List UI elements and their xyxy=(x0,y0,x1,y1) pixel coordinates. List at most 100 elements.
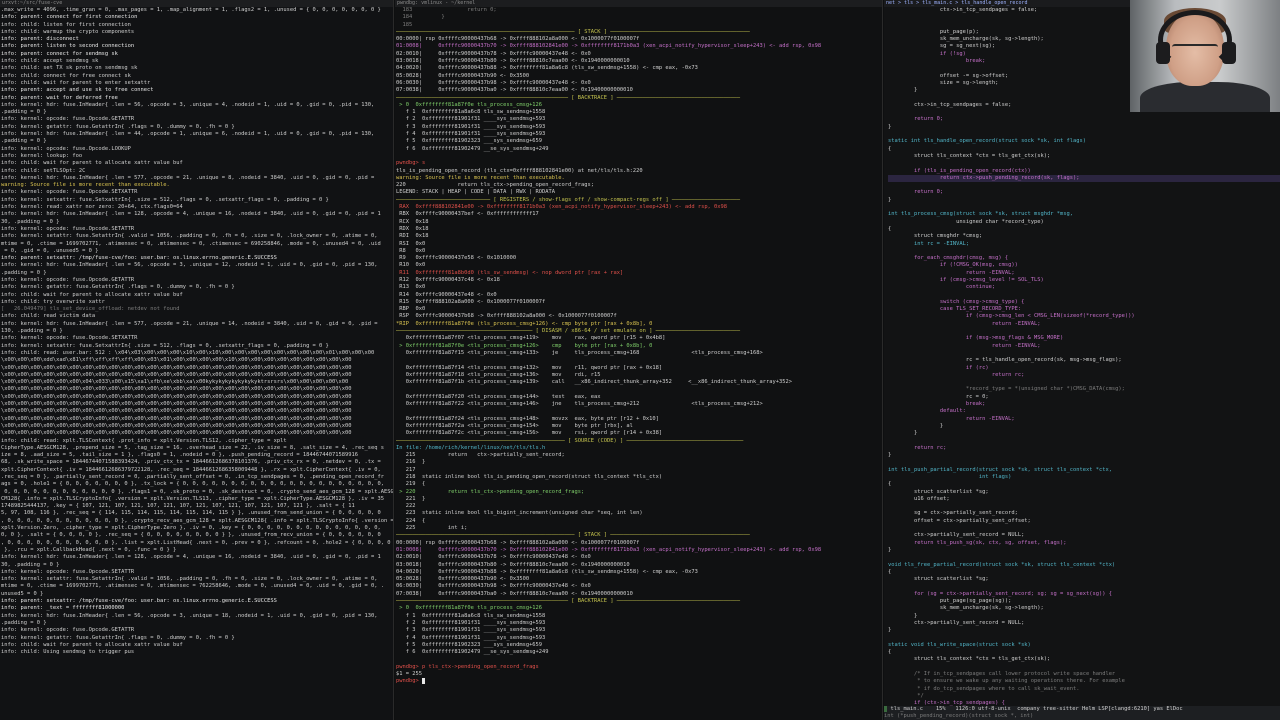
stack-line: 05:0028| 0xffffc90000437b90 <- 0x3500 xyxy=(396,576,530,583)
code-line: { xyxy=(888,225,892,232)
log-line: xplt.CipherContext{ .iv = 18446612686379… xyxy=(1,466,381,473)
backtrace-line: f 5 0xffffffff81902323 ___sys_sendmsg+65… xyxy=(396,138,543,145)
log-line: info: child: read: user.bar: 512 : \x04\… xyxy=(1,349,375,356)
log-line: 30, .padding = 0 } xyxy=(1,218,60,225)
step-line: warning: Source file is more recent than… xyxy=(396,174,565,181)
disasm-line xyxy=(396,386,882,393)
log-line: CM128{ .info = xplt.TLSCryptoInfo{ .vers… xyxy=(1,495,384,502)
source-line: 221 } xyxy=(396,495,426,502)
code-line: sk_mem_uncharge(sk, sg->length); xyxy=(888,605,1044,612)
code-line: int tls_process_cmsg(struct sock *sk, st… xyxy=(888,211,1073,218)
log-line: ize = 8, .aad_size = 5, .tail_size = 1 }… xyxy=(1,452,358,459)
backtrace-line: > 0 0xffffffff81a87f0e tls_process_cmsg+… xyxy=(396,101,543,108)
code-line: unsigned char *record_type) xyxy=(888,218,1044,225)
disasm-view: 0xffffffff81a87f07 <tls_process_cmsg+119… xyxy=(396,335,882,437)
code-line: if (rc) xyxy=(888,364,989,371)
code-line: return tls_push_sg(sk, ctx, sg, offset, … xyxy=(888,539,1067,546)
gdb-input[interactable]: pwndbg> xyxy=(396,678,882,685)
log-line: .padding = 0 } xyxy=(1,109,47,116)
log-line: \x00\x00\x00\x00\x00\x00\x00\x00\x00\x00… xyxy=(1,401,352,408)
source-line: In file: /home/rich/kernel/linux/net/tls… xyxy=(396,444,546,451)
log-line: info: kernel: opcode: fuse.Opcode.SETXAT… xyxy=(1,189,138,196)
log-line: \x00\x00\x00\x00\x00\x00\x00\x00\x00\x00… xyxy=(1,415,352,422)
code-line: if (!CMSG_OK(msg, cmsg)) xyxy=(888,262,1018,269)
code-line: static int tls_handle_open_record(struct… xyxy=(888,138,1086,145)
terminal-output-pane[interactable]: urxvt:~/src/fuse-cve .max_write = 4096, … xyxy=(0,0,394,720)
backtrace-view-2: > 0 0xffffffff81a87f0e tls_process_cmsg+… xyxy=(396,605,882,656)
mode-line-status: tls_main.c 15% 1126:0 utf-8-unix company… xyxy=(884,706,1280,713)
register-line: RSP 0xffffc90000437b68 -> 0xffff888102a8… xyxy=(396,313,617,320)
legend: LEGEND: STACK | HEAP | CODE | DATA | RWX… xyxy=(396,189,556,196)
log-line: \x00\x00\x00\x00\x00\x00\x00\x00\x00\x00… xyxy=(1,371,352,378)
log-line: info: kernel: opcode: fuse.Opcode.SETATT… xyxy=(1,225,135,232)
code-line: if (tls_is_pending_open_record(ctx)) xyxy=(888,167,1031,174)
backtrace-line: f 4 0xffffffff81901f31 ____sys_sendmsg+5… xyxy=(396,634,546,641)
register-line: RAX 0xffff888102841e00 -> 0xffffffff8171… xyxy=(396,204,728,211)
code-line: u16 offset; xyxy=(888,495,950,502)
log-line: info: kernel: opcode: fuse.Opcode.LOOKUP xyxy=(1,145,131,152)
register-line: R10 0x0 xyxy=(396,262,426,269)
log-line: .padding = 0 } xyxy=(1,619,47,626)
log-line: info: child: Using sendmsg to trigger pu… xyxy=(1,649,135,656)
code-line: struct tls_context *ctx = tls_get_ctx(sk… xyxy=(888,656,1051,663)
code-line: for_each_cmsghdr(cmsg, msg) { xyxy=(888,255,1009,262)
log-line: info: parent: connect for first connecti… xyxy=(1,14,138,21)
log-line: info: kernel: setattr: fuse.SetattrIn{ .… xyxy=(1,576,378,583)
log-line: info: kernel: getattr: fuse.GetattrIn{ .… xyxy=(1,634,235,641)
code-line: *record_type = *(unsigned char *)CMSG_DA… xyxy=(888,386,1125,393)
log-line: 0, 0 }, .salt = { 0, 0, 0, 0 }, .rec_seq… xyxy=(1,532,381,539)
code-line: /* If in_tcp_sendpages call lower protoc… xyxy=(888,671,1116,678)
register-line: RSI 0x0 xyxy=(396,240,426,247)
code-line: int tls_push_partial_record(struct sock … xyxy=(888,466,1112,473)
log-line: }, .rcu = xplt.CallbackHead{ .next = 0, … xyxy=(1,546,177,553)
code-line: return rc; xyxy=(888,371,1025,378)
log-line: .padding = 0 } xyxy=(1,138,47,145)
log-line: 30, .padding = 0 } xyxy=(1,561,60,568)
log-line: 130, .padding = 0 } xyxy=(1,328,63,335)
gdb-prompt-2: pwndbg> p tls_ctx->pending_open_record_f… xyxy=(396,663,539,670)
log-line: \x00\x00\x00\x00\x00\x00\x00\x00\x00\x00… xyxy=(1,430,352,437)
stack-line: 01:0008| 0xffffc90000437b70 -> 0xffff888… xyxy=(396,546,822,553)
code-line: return ctx->push_pending_record(sk, flag… xyxy=(888,174,1280,183)
code-line: return 0; xyxy=(888,116,944,123)
log-line: info: child: read victim data xyxy=(1,313,96,320)
disasm-line xyxy=(396,357,882,364)
source-header: ────────────────────────────────────────… xyxy=(396,437,744,444)
step-output: tls_is_pending_open_record (tls_ctx=0xff… xyxy=(396,168,882,190)
code-line: * to ensure we wake up any waiting opera… xyxy=(888,678,1125,685)
registers-view: RAX 0xffff888102841e00 -> 0xffffffff8171… xyxy=(396,204,882,328)
log-line: info: child: wait for parent to allocate… xyxy=(1,641,183,648)
stack-line: 00:0000| rsp 0xffffc90000437b68 -> 0xfff… xyxy=(396,36,640,43)
stack-line: 06:0030| 0xffffc90000437b98 -> 0xffffc90… xyxy=(396,79,591,86)
pwndbg-pane[interactable]: pwndbg: vmlinux - ~/kernel 183 return 0;… xyxy=(395,0,883,720)
terminal-title: urxvt:~/src/fuse-cve xyxy=(0,0,393,7)
register-line: R8 0x0 xyxy=(396,247,426,254)
log-line: info: child: accept sendmsg sk xyxy=(1,58,99,65)
backtrace-view: > 0 0xffffffff81a87f0e tls_process_cmsg+… xyxy=(396,102,882,153)
register-line: *RIP 0xffffffff81a87f0e (tls_process_cms… xyxy=(396,320,653,327)
log-line: \x00\x00\x00\x00\x00\x00\x00\x00\x00\x00… xyxy=(1,386,352,393)
source-code[interactable]: ctx->in_tcp_sendpages = false; put_page(… xyxy=(884,7,1280,708)
log-line: \x00\x00\x00\x00\x00\x00\x00\x00\x00\x00… xyxy=(1,364,352,371)
code-line: struct cmsghdr *cmsg; xyxy=(888,233,983,240)
log-line: info: kernel: getattr: fuse.GetattrIn{ .… xyxy=(1,123,235,130)
backtrace-line: f 2 0xffffffff81901f31 ____sys_sendmsg+5… xyxy=(396,116,546,123)
code-line: struct scatterlist *sg; xyxy=(888,488,989,495)
backtrace-line: > 0 0xffffffff81a87f0e tls_process_cmsg+… xyxy=(396,605,543,612)
log-line: info: kernel: opcode: fuse.Opcode.GETATT… xyxy=(1,627,135,634)
registers-header: ───────────────────────────── [ REGISTER… xyxy=(396,196,741,203)
disasm-line: 0xffffffff81a87f24 <tls_process_cmsg+148… xyxy=(396,415,659,422)
code-line: default: xyxy=(888,408,966,415)
code-line: break; xyxy=(888,401,986,408)
code-line: { xyxy=(888,481,892,488)
step-line: 220 return tls_ctx->pending_open_record_… xyxy=(396,182,594,189)
log-line: unused5 = 0 } xyxy=(1,590,44,597)
log-line: ags = 0, .hole1 = { 0, 0, 0, 0, 0, 0, 0 … xyxy=(1,481,384,488)
code-line: void tls_free_partial_record(struct sock… xyxy=(888,561,1116,568)
backtrace-line: f 3 0xffffffff81901f31 ____sys_sendmsg+5… xyxy=(396,123,546,130)
